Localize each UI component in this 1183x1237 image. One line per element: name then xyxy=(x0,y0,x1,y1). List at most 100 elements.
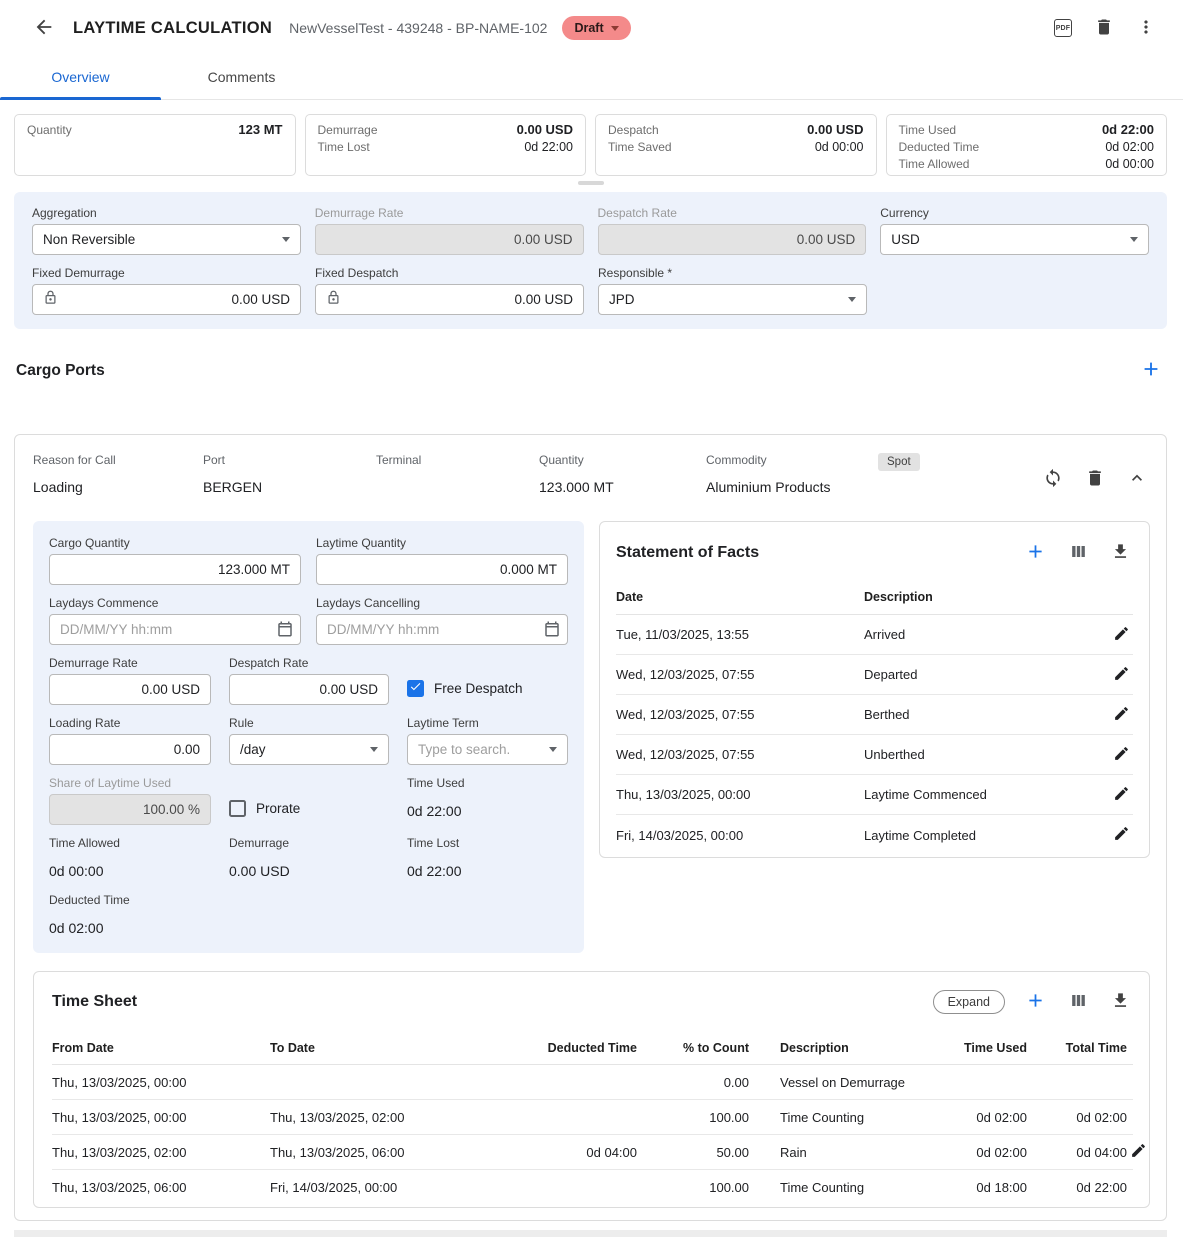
cargo-port-card: Reason for Call Loading Port BERGEN Term… xyxy=(14,434,1167,1221)
add-cargo-port-button[interactable] xyxy=(1137,355,1165,386)
loading-rate-input[interactable] xyxy=(49,734,211,765)
to-date-cell: Fri, 14/03/2025, 00:00 xyxy=(270,1180,506,1195)
sof-actions xyxy=(1022,538,1133,568)
sof-download-button[interactable] xyxy=(1108,539,1133,567)
responsible-select[interactable]: JPD xyxy=(598,284,867,315)
time-used-cell: 0d 18:00 xyxy=(957,1180,1027,1195)
deducted-time-column-header: Deducted Time xyxy=(506,1041,637,1055)
description-cell: Vessel on Demurrage xyxy=(749,1075,957,1090)
total-time-cell: 0d 22:00 xyxy=(1027,1180,1127,1195)
demurrage-rate-input xyxy=(315,224,584,255)
total-time-cell: 0d 04:00 xyxy=(1027,1145,1127,1160)
laytime-calculation-page: LAYTIME CALCULATION NewVesselTest - 4392… xyxy=(0,0,1183,1237)
port-demurrage-rate-input[interactable] xyxy=(49,674,211,705)
aggregation-label: Aggregation xyxy=(32,206,301,220)
edit-sof-row-button[interactable] xyxy=(1110,702,1133,728)
port-demurrage-value: 0.00 USD xyxy=(229,863,389,879)
pdf-icon: PDF xyxy=(1054,19,1072,37)
laydays-cancelling-calendar-button[interactable] xyxy=(543,620,561,641)
add-sof-event-button[interactable] xyxy=(1022,538,1049,568)
collapse-port-button[interactable] xyxy=(1124,465,1150,494)
prorate-checkbox[interactable] xyxy=(229,800,246,817)
chevron-down-icon xyxy=(611,26,619,31)
columns-icon xyxy=(1069,991,1088,1013)
sof-description-cell: Laytime Commenced xyxy=(864,787,1103,802)
port-demurrage-rate-label: Demurrage Rate xyxy=(49,656,211,670)
time-allowed-label: Time Allowed xyxy=(899,157,970,171)
deducted-time-label: Deducted Time xyxy=(899,140,980,154)
free-despatch-checkbox[interactable] xyxy=(407,680,424,697)
port-label: Port xyxy=(203,453,376,467)
port-value: BERGEN xyxy=(203,479,376,495)
edit-sof-row-button[interactable] xyxy=(1110,782,1133,808)
edit-sof-row-button[interactable] xyxy=(1110,622,1133,648)
to-date-cell: Thu, 13/03/2025, 06:00 xyxy=(270,1145,506,1160)
pencil-icon xyxy=(1130,1142,1147,1162)
time-lost-value: 0d 22:00 xyxy=(524,140,573,154)
sof-description-cell: Arrived xyxy=(864,627,1103,642)
time-sheet-download-button[interactable] xyxy=(1108,988,1133,1016)
sof-description-cell: Berthed xyxy=(864,707,1103,722)
back-button[interactable] xyxy=(30,13,58,44)
edit-sof-row-button[interactable] xyxy=(1110,822,1133,848)
laydays-cancelling-input[interactable] xyxy=(316,614,568,645)
currency-select[interactable]: USD xyxy=(880,224,1149,255)
laytime-quantity-input[interactable] xyxy=(316,554,568,585)
sof-columns-button[interactable] xyxy=(1066,539,1091,567)
sof-description-column-header: Description xyxy=(864,590,1103,604)
add-time-sheet-row-button[interactable] xyxy=(1022,987,1049,1017)
page-title: LAYTIME CALCULATION xyxy=(73,19,272,38)
port-deducted-time-label: Deducted Time xyxy=(49,893,211,907)
laytime-term-search-select[interactable]: Type to search. xyxy=(407,734,568,765)
panel-resize-handle[interactable] xyxy=(578,181,604,185)
time-allowed-value: 0d 00:00 xyxy=(1105,157,1154,171)
status-badge[interactable]: Draft xyxy=(562,16,630,40)
tab-comments[interactable]: Comments xyxy=(161,56,322,99)
from-date-cell: Thu, 13/03/2025, 00:00 xyxy=(52,1075,270,1090)
plus-icon xyxy=(1025,990,1046,1014)
edit-sof-row-button[interactable] xyxy=(1110,742,1133,768)
delete-port-button[interactable] xyxy=(1082,465,1108,494)
total-time-cell: 0d 02:00 xyxy=(1027,1110,1127,1125)
page-subtitle: NewVesselTest - 439248 - BP-NAME-102 xyxy=(289,20,547,36)
delete-calculation-button[interactable] xyxy=(1091,14,1117,43)
spot-badge: Spot xyxy=(878,453,920,471)
loading-rate-label: Loading Rate xyxy=(49,716,211,730)
laydays-commence-input[interactable] xyxy=(49,614,301,645)
trash-icon xyxy=(1094,17,1114,40)
sof-row: Wed, 12/03/2025, 07:55 Unberthed xyxy=(616,735,1133,775)
share-of-laytime-input xyxy=(49,794,211,825)
rule-select[interactable]: /day xyxy=(229,734,389,765)
laytime-term-placeholder: Type to search. xyxy=(418,742,510,757)
description-column-header: Description xyxy=(749,1041,957,1055)
fixed-demurrage-input[interactable]: 0.00 USD xyxy=(32,284,301,315)
sof-date-cell: Fri, 14/03/2025, 00:00 xyxy=(616,828,864,843)
cargo-quantity-input[interactable] xyxy=(49,554,301,585)
more-options-button[interactable] xyxy=(1133,14,1159,43)
demurrage-value: 0.00 USD xyxy=(517,122,573,137)
port-despatch-rate-input[interactable] xyxy=(229,674,389,705)
port-time-used-value: 0d 22:00 xyxy=(407,803,568,819)
export-pdf-button[interactable]: PDF xyxy=(1051,16,1075,40)
port-laytime-form: Cargo Quantity Laytime Quantity Laydays … xyxy=(33,521,584,953)
fixed-despatch-input[interactable]: 0.00 USD xyxy=(315,284,584,315)
tab-overview[interactable]: Overview xyxy=(0,56,161,99)
statement-of-facts-panel: Statement of Facts xyxy=(599,521,1150,858)
prorate-label: Prorate xyxy=(256,801,300,816)
time-sheet-columns-button[interactable] xyxy=(1066,988,1091,1016)
sof-description-cell: Unberthed xyxy=(864,747,1103,762)
edit-time-sheet-row-button[interactable] xyxy=(1127,1139,1150,1165)
cargo-port-actions xyxy=(1040,465,1150,494)
sof-date-cell: Tue, 11/03/2025, 13:55 xyxy=(616,627,864,642)
aggregation-select[interactable]: Non Reversible xyxy=(32,224,301,255)
edit-sof-row-button[interactable] xyxy=(1110,662,1133,688)
port-demurrage-label: Demurrage xyxy=(229,836,389,850)
from-date-cell: Thu, 13/03/2025, 02:00 xyxy=(52,1145,270,1160)
header-bar: LAYTIME CALCULATION NewVesselTest - 4392… xyxy=(0,0,1183,56)
expand-button[interactable]: Expand xyxy=(933,990,1005,1014)
quantity-value: 123 MT xyxy=(238,122,282,137)
recalculate-button[interactable] xyxy=(1040,465,1066,494)
laydays-commence-calendar-button[interactable] xyxy=(276,620,294,641)
time-sheet-actions: Expand xyxy=(933,987,1133,1017)
demurrage-label: Demurrage xyxy=(318,123,378,137)
